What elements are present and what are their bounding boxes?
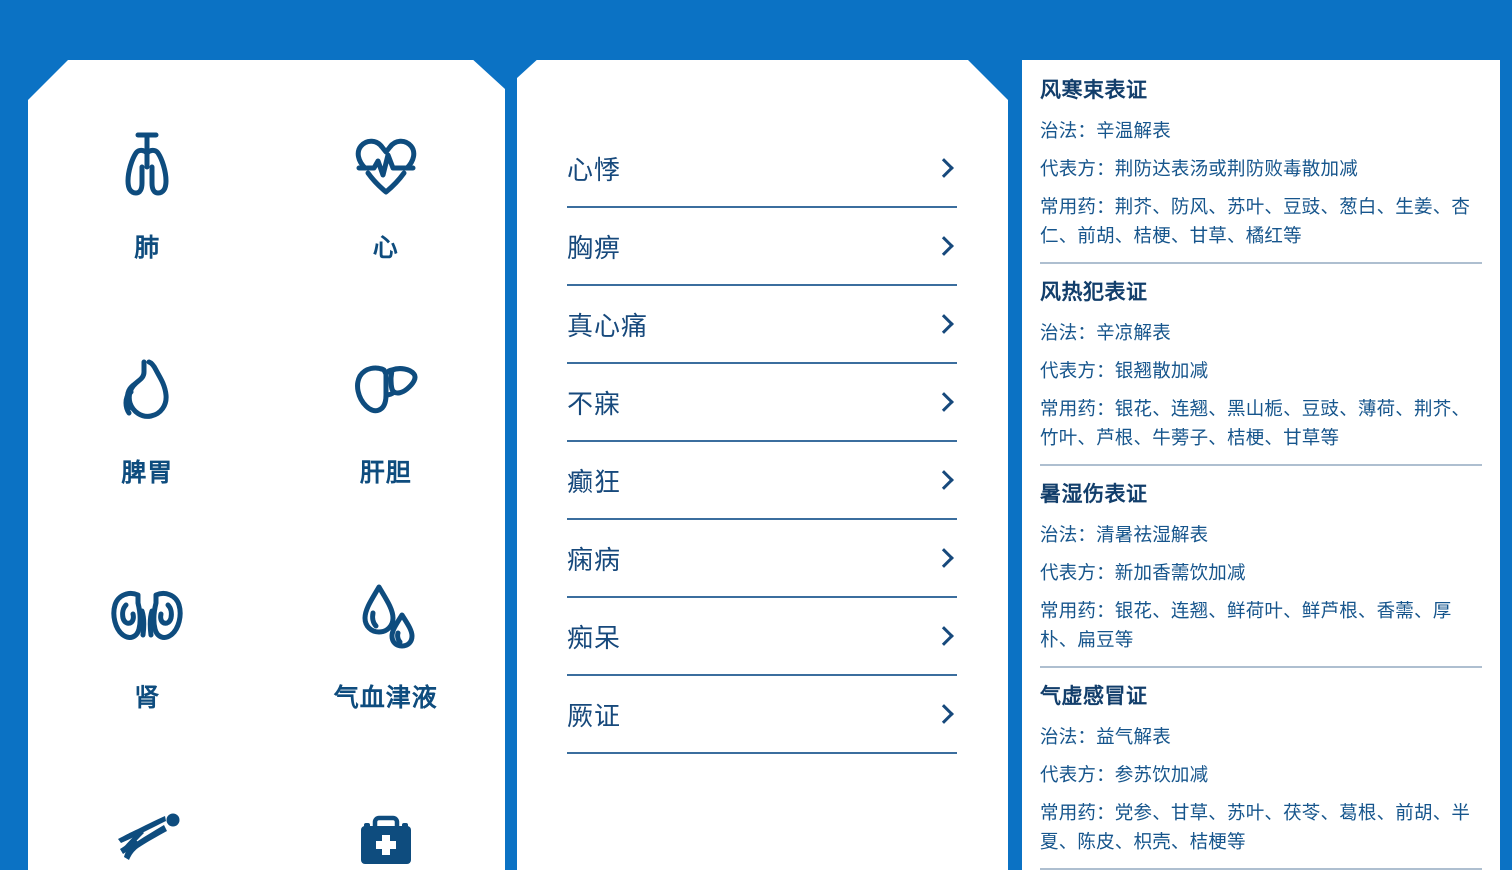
syndrome-block: 风热犯表证 治法：辛凉解表 代表方：银翘散加减 常用药：银花、连翘、黑山栀、豆豉… [1040, 276, 1482, 466]
left-panel-card: 肺 心 脾胃 肝胆 肾 气血津液 [28, 58, 505, 870]
syndrome-block: 气虚感冒证 治法：益气解表 代表方：参苏饮加减 常用药：党参、甘草、苏叶、茯苓、… [1040, 680, 1482, 870]
stomach-icon [99, 343, 195, 439]
heart-pulse-icon [338, 118, 434, 214]
syndrome-method: 治法：辛凉解表 [1040, 322, 1171, 343]
chevron-right-icon [934, 704, 954, 724]
syndrome-detail-list[interactable]: 风寒束表证 治法：辛温解表 代表方：荆防达表汤或荆防败毒散加减 常用药：荆芥、防… [1022, 58, 1500, 870]
list-item[interactable]: 痫病 [567, 520, 957, 598]
organ-item-xin[interactable]: 心 [267, 118, 506, 303]
organ-label: 肾 [134, 684, 161, 712]
organ-label: 气血津液 [333, 684, 438, 712]
chevron-right-icon [934, 470, 954, 490]
organ-item-reclining[interactable] [28, 793, 267, 870]
syndrome-formula: 代表方：银翘散加减 [1040, 360, 1209, 381]
right-panel-card: 风寒束表证 治法：辛温解表 代表方：荆防达表汤或荆防败毒散加减 常用药：荆芥、防… [1022, 58, 1500, 870]
organ-item-shen[interactable]: 肾 [28, 568, 267, 753]
list-item[interactable]: 痴呆 [567, 598, 957, 676]
list-item[interactable]: 胸痹 [567, 208, 957, 286]
syndrome-name: 暑湿伤表证 [1040, 483, 1148, 506]
chevron-right-icon [934, 548, 954, 568]
syndrome-herbs: 常用药：银花、连翘、黑山栀、豆豉、薄荷、荆芥、竹叶、芦根、牛蒡子、桔梗、甘草等 [1040, 398, 1471, 448]
list-item-label: 痴呆 [567, 622, 622, 653]
middle-panel-card: 心悸 胸痹 真心痛 不寐 癫狂 痫病 痴呆 厥证 [517, 58, 1008, 870]
syndrome-name: 气虚感冒证 [1040, 685, 1148, 708]
syndrome-formula: 代表方：荆防达表汤或荆防败毒散加减 [1040, 158, 1358, 179]
list-item-label: 厥证 [567, 700, 622, 731]
disease-list: 心悸 胸痹 真心痛 不寐 癫狂 痫病 痴呆 厥证 [567, 130, 957, 754]
organ-item-gandan[interactable]: 肝胆 [267, 343, 506, 528]
middle-panel: 心悸 胸痹 真心痛 不寐 癫狂 痫病 痴呆 厥证 [505, 0, 1010, 870]
chevron-right-icon [934, 314, 954, 334]
top-bar [0, 0, 1512, 60]
chevron-right-icon [934, 158, 954, 178]
syndrome-name: 风热犯表证 [1040, 281, 1148, 304]
left-panel: 肺 心 脾胃 肝胆 肾 气血津液 [0, 0, 505, 870]
syndrome-formula: 代表方：参苏饮加减 [1040, 764, 1209, 785]
organ-item-first-aid[interactable] [267, 793, 506, 870]
chevron-right-icon [934, 236, 954, 256]
list-item-label: 心悸 [567, 154, 622, 185]
syndrome-formula: 代表方：新加香薷饮加减 [1040, 562, 1246, 583]
list-item[interactable]: 心悸 [567, 130, 957, 208]
syndrome-block: 风寒束表证 治法：辛温解表 代表方：荆防达表汤或荆防败毒散加减 常用药：荆芥、防… [1040, 74, 1482, 264]
lungs-icon [99, 118, 195, 214]
syndrome-method: 治法：益气解表 [1040, 726, 1171, 747]
organ-grid: 肺 心 脾胃 肝胆 肾 气血津液 [28, 100, 505, 870]
organ-item-fei[interactable]: 肺 [28, 118, 267, 303]
organ-label: 心 [372, 234, 399, 262]
list-item-label: 真心痛 [567, 310, 649, 341]
list-item[interactable]: 厥证 [567, 676, 957, 754]
list-item-label: 癫狂 [567, 466, 622, 497]
syndrome-block: 暑湿伤表证 治法：清暑祛湿解表 代表方：新加香薷饮加减 常用药：银花、连翘、鲜荷… [1040, 478, 1482, 668]
list-item-label: 痫病 [567, 544, 622, 575]
organ-item-qixuejinye[interactable]: 气血津液 [267, 568, 506, 753]
app-root: 辨证开方 心 感冒 [0, 0, 1512, 870]
kidneys-icon [99, 568, 195, 664]
water-drops-icon [338, 568, 434, 664]
reclining-person-icon [99, 793, 195, 870]
liver-gallbladder-icon [338, 343, 434, 439]
syndrome-method: 治法：辛温解表 [1040, 120, 1171, 141]
organ-label: 肺 [134, 234, 161, 262]
list-item-label: 不寐 [567, 388, 622, 419]
organ-label: 脾胃 [121, 459, 174, 487]
chevron-right-icon [934, 626, 954, 646]
chevron-right-icon [934, 392, 954, 412]
syndrome-method: 治法：清暑祛湿解表 [1040, 524, 1209, 545]
list-item-label: 胸痹 [567, 232, 622, 263]
first-aid-kit-icon [338, 793, 434, 870]
syndrome-herbs: 常用药：银花、连翘、鲜荷叶、鲜芦根、香薷、厚朴、扁豆等 [1040, 600, 1452, 650]
organ-label: 肝胆 [359, 459, 412, 487]
syndrome-name: 风寒束表证 [1040, 79, 1148, 102]
list-item[interactable]: 真心痛 [567, 286, 957, 364]
list-item[interactable]: 不寐 [567, 364, 957, 442]
organ-item-piwei[interactable]: 脾胃 [28, 343, 267, 528]
syndrome-herbs: 常用药：荆芥、防风、苏叶、豆豉、葱白、生姜、杏仁、前胡、桔梗、甘草、橘红等 [1040, 196, 1471, 246]
right-panel: 风寒束表证 治法：辛温解表 代表方：荆防达表汤或荆防败毒散加减 常用药：荆芥、防… [1010, 0, 1512, 870]
syndrome-herbs: 常用药：党参、甘草、苏叶、茯苓、葛根、前胡、半夏、陈皮、枳壳、桔梗等 [1040, 802, 1471, 852]
list-item[interactable]: 癫狂 [567, 442, 957, 520]
